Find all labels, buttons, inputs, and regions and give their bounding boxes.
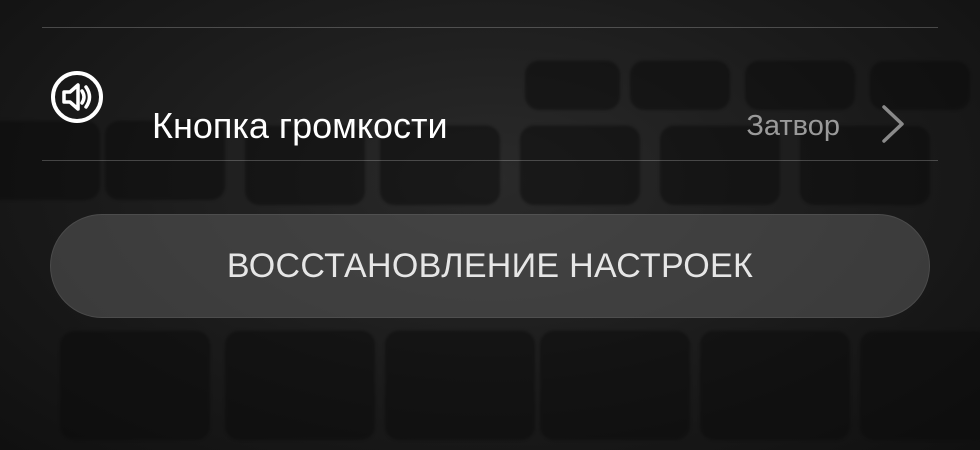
- chevron-right-icon: [882, 105, 904, 143]
- speaker-icon: [51, 71, 103, 123]
- restore-settings-button[interactable]: ВОССТАНОВЛЕНИЕ НАСТРОЕК: [50, 214, 930, 318]
- volume-key-value: Затвор: [746, 110, 840, 142]
- camera-settings-screen: Кнопка громкости Затвор ВОССТАНОВЛЕНИЕ Н…: [0, 0, 980, 450]
- volume-key-setting-row[interactable]: Кнопка громкости Затвор: [0, 28, 980, 161]
- volume-key-label: Кнопка громкости: [152, 105, 448, 146]
- row-divider: [42, 160, 938, 161]
